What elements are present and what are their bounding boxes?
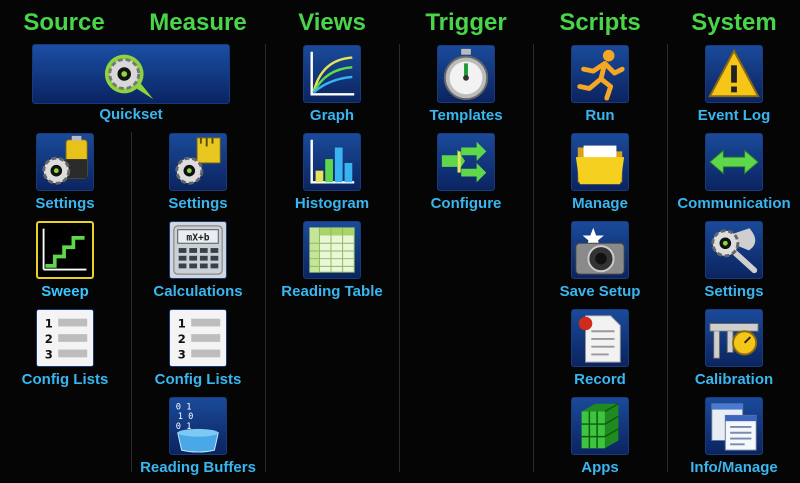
measure-reading-buffers-button[interactable]: 0 1 1 0 0 1 Reading Buffers: [133, 397, 263, 483]
views-reading-table-label: Reading Table: [281, 283, 383, 300]
runner-icon: [571, 45, 629, 103]
trigger-templates-button[interactable]: Templates: [401, 45, 531, 131]
trigger-configure-label: Configure: [430, 195, 502, 212]
wrench-gear-icon: [705, 221, 763, 279]
views-histogram-button[interactable]: Histogram: [267, 133, 397, 219]
column-header-system: System: [691, 9, 777, 36]
views-graph-button[interactable]: Graph: [267, 45, 397, 131]
svg-text:2: 2: [45, 332, 53, 346]
trigger-configure-button[interactable]: Configure: [401, 133, 531, 219]
scripts-manage-label: Manage: [572, 195, 628, 212]
svg-text:3: 3: [178, 347, 186, 361]
scripts-apps-label: Apps: [581, 459, 619, 476]
svg-text:mX+b: mX+b: [186, 232, 209, 243]
caliper-gauge-icon: [705, 309, 763, 367]
source-sweep-button[interactable]: Sweep: [0, 221, 130, 307]
battery-gear-icon: [36, 133, 94, 191]
svg-text:2: 2: [178, 332, 186, 346]
source-config-lists-button[interactable]: 1 2 3 Config Lists: [0, 309, 130, 395]
source-config-lists-label: Config Lists: [21, 371, 109, 388]
measure-config-lists-label: Config Lists: [154, 371, 242, 388]
system-event-log-label: Event Log: [697, 107, 771, 124]
binary-bucket-icon: 0 1 1 0 0 1: [169, 397, 227, 455]
camera-icon: [571, 221, 629, 279]
column-header-source: Source: [23, 9, 105, 36]
column-header-measure: Measure: [149, 9, 247, 36]
column-header-views: Views: [298, 9, 366, 36]
scripts-record-label: Record: [574, 371, 626, 388]
system-calibration-label: Calibration: [694, 371, 774, 388]
bar-chart-icon: [303, 133, 361, 191]
scripts-run-label: Run: [585, 107, 615, 124]
column-header-scripts: Scripts: [559, 9, 641, 36]
svg-text:1: 1: [45, 316, 53, 330]
system-communication-button[interactable]: Communication: [669, 133, 799, 219]
table-grid-icon: [303, 221, 361, 279]
source-settings-button[interactable]: Settings: [0, 133, 130, 219]
quickset-label: Quickset: [99, 106, 163, 123]
column-header-trigger: Trigger: [425, 9, 507, 36]
svg-text:1 0: 1 0: [178, 412, 194, 422]
trigger-templates-label: Templates: [429, 107, 503, 124]
measure-calculations-button[interactable]: mX+b Calculations: [133, 221, 263, 307]
quickset-gear-icon: [32, 44, 230, 104]
system-info-manage-button[interactable]: Info/Manage: [669, 397, 799, 483]
green-cube-icon: [571, 397, 629, 455]
folder-icon: [571, 133, 629, 191]
stopwatch-icon: [437, 45, 495, 103]
source-settings-label: Settings: [35, 195, 95, 212]
system-event-log-button[interactable]: Event Log: [669, 45, 799, 131]
scripts-run-button[interactable]: Run: [535, 45, 665, 131]
graph-curves-icon: [303, 45, 361, 103]
scripts-manage-button[interactable]: Manage: [535, 133, 665, 219]
warning-triangle-icon: [705, 45, 763, 103]
measure-calculations-label: Calculations: [153, 283, 243, 300]
measure-config-lists-button[interactable]: 1 2 3 Config Lists: [133, 309, 263, 395]
windows-info-icon: [705, 397, 763, 455]
numbered-list-icon: 1 2 3: [169, 309, 227, 367]
column-divider: [131, 132, 132, 472]
system-settings-button[interactable]: Settings: [669, 221, 799, 307]
system-settings-label: Settings: [704, 283, 764, 300]
ruler-gear-icon: [169, 133, 227, 191]
views-histogram-label: Histogram: [294, 195, 370, 212]
scripts-save-setup-label: Save Setup: [559, 283, 641, 300]
scripts-record-button[interactable]: Record: [535, 309, 665, 395]
system-communication-label: Communication: [677, 195, 791, 212]
flow-arrows-icon: [437, 133, 495, 191]
svg-text:1: 1: [178, 316, 186, 330]
quickset-button[interactable]: Quickset: [32, 44, 230, 130]
measure-settings-button[interactable]: Settings: [133, 133, 263, 219]
views-reading-table-button[interactable]: Reading Table: [267, 221, 397, 307]
source-sweep-label: Sweep: [41, 283, 89, 300]
staircase-sweep-icon: [36, 221, 94, 279]
scripts-save-setup-button[interactable]: Save Setup: [535, 221, 665, 307]
svg-text:3: 3: [45, 347, 53, 361]
record-document-icon: [571, 309, 629, 367]
svg-text:0 1: 0 1: [176, 403, 192, 413]
calculator-icon: mX+b: [169, 221, 227, 279]
double-arrow-icon: [705, 133, 763, 191]
views-graph-label: Graph: [309, 107, 355, 124]
system-info-manage-label: Info/Manage: [690, 459, 778, 476]
scripts-apps-button[interactable]: Apps: [535, 397, 665, 483]
measure-settings-label: Settings: [168, 195, 228, 212]
numbered-list-icon: 1 2 3: [36, 309, 94, 367]
system-calibration-button[interactable]: Calibration: [669, 309, 799, 395]
measure-reading-buffers-label: Reading Buffers: [140, 459, 256, 476]
